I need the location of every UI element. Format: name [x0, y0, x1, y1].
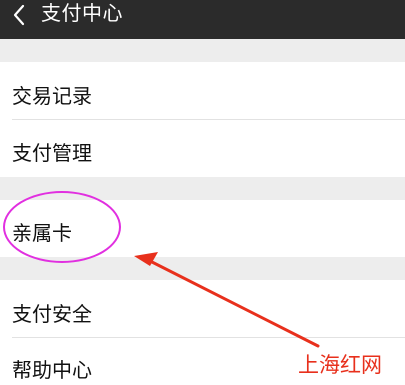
section-gap — [0, 177, 405, 200]
menu-item-label: 亲属卡 — [12, 221, 72, 245]
menu-item-payment-security[interactable]: 支付安全 — [0, 280, 405, 337]
menu-item-label: 帮助中心 — [12, 358, 92, 382]
menu-item-family-card[interactable]: 亲属卡 — [0, 200, 405, 257]
menu-item-payment-management[interactable]: 支付管理 — [0, 120, 405, 177]
chevron-left-icon — [13, 4, 25, 26]
menu-item-label: 支付安全 — [12, 302, 92, 326]
watermark-text: 上海红网 — [298, 353, 382, 377]
section-gap — [0, 257, 405, 280]
header-bar: 支付中心 — [0, 0, 405, 39]
page-title: 支付中心 — [41, 1, 123, 25]
back-button[interactable] — [0, 0, 40, 39]
menu-item-label: 交易记录 — [12, 84, 92, 108]
menu-item-label: 支付管理 — [12, 141, 92, 165]
section-gap — [0, 39, 405, 62]
menu-item-transaction-records[interactable]: 交易记录 — [0, 62, 405, 119]
